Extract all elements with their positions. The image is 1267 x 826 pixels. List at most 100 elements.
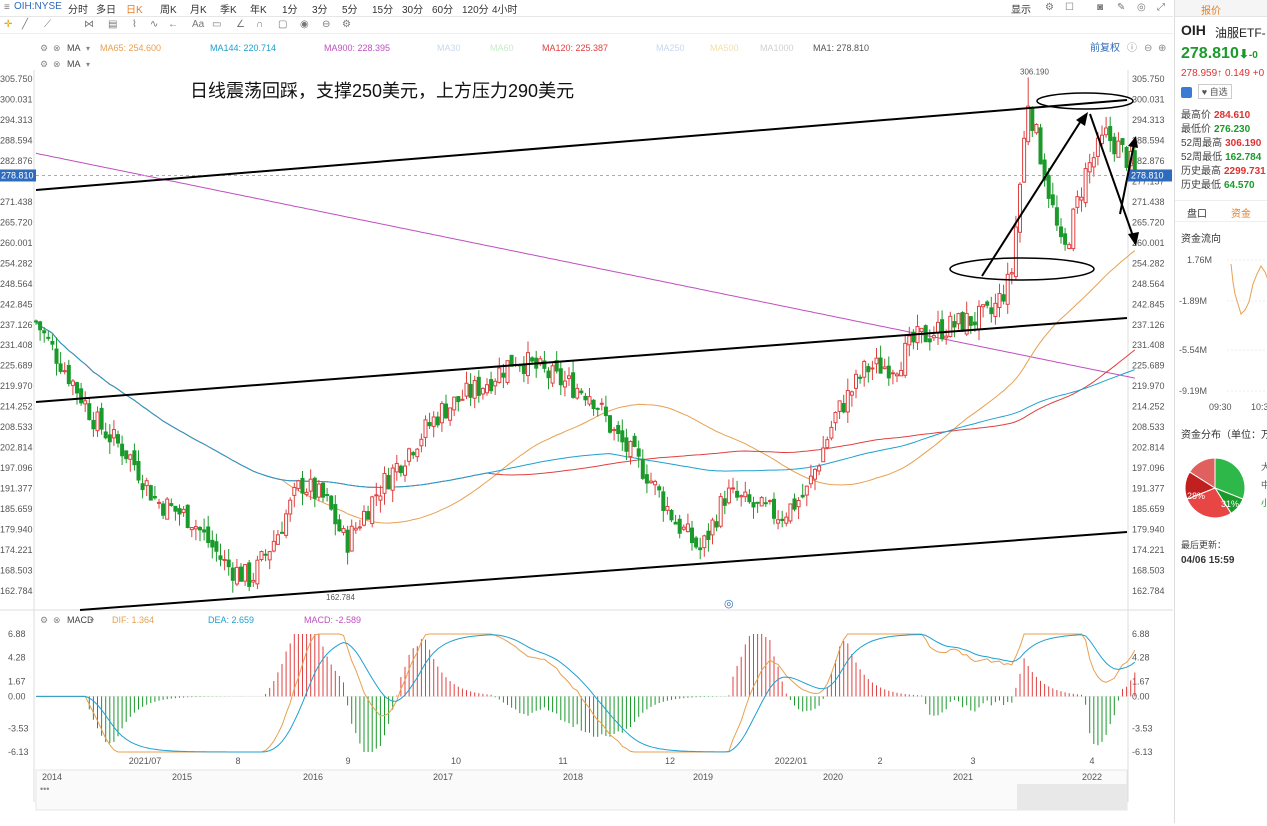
candle-body bbox=[558, 368, 563, 386]
line-tool-icon[interactable]: ╱ bbox=[22, 19, 28, 30]
pencil-icon[interactable]: ✎ bbox=[1117, 2, 1125, 13]
candle-body bbox=[132, 450, 137, 466]
x-tick-bottom: 2016 bbox=[303, 772, 323, 782]
price-tick-left: 265.720 bbox=[0, 217, 33, 227]
note-tool-icon[interactable]: ▭ bbox=[212, 19, 221, 30]
flow-time: 09:30 bbox=[1209, 402, 1232, 412]
price-tick-left: 214.252 bbox=[0, 402, 33, 412]
period-tab-1[interactable]: 多日 bbox=[96, 1, 116, 16]
candle-body bbox=[493, 380, 498, 387]
candle-body bbox=[632, 435, 637, 447]
display-menu[interactable]: 显示 bbox=[1011, 1, 1031, 16]
panel-tabs2: 盘口 资金 bbox=[1175, 200, 1267, 222]
adjust-button: 前复权 bbox=[1090, 41, 1120, 54]
panel-subprice-row: 278.959↑ 0.149 +0 bbox=[1181, 68, 1264, 79]
arrow-tool-icon[interactable]: ← bbox=[168, 19, 178, 30]
candle-body bbox=[148, 485, 153, 501]
candle-body bbox=[99, 407, 104, 430]
wave-tool-icon[interactable]: ∿ bbox=[150, 19, 158, 30]
zoom-in-icon: ⊕ bbox=[1158, 43, 1166, 54]
tab-quote[interactable]: 报价 bbox=[1201, 2, 1221, 17]
add-watchlist-button[interactable]: ♥ 自选 bbox=[1197, 84, 1232, 99]
candle-body bbox=[243, 564, 248, 582]
stat-value: 64.570 bbox=[1224, 180, 1255, 191]
macd-dea: DEA: 2.659 bbox=[208, 615, 254, 625]
candle-body bbox=[800, 494, 805, 498]
price-tick-left: 185.659 bbox=[0, 504, 33, 514]
period-tab-2[interactable]: 日K bbox=[126, 1, 143, 16]
candle-body bbox=[70, 380, 75, 386]
target-icon[interactable]: ◎ bbox=[1137, 2, 1146, 13]
period-tab-10[interactable]: 15分 bbox=[372, 1, 393, 16]
candle-body bbox=[895, 373, 899, 377]
macd-tick-left: -6.13 bbox=[8, 747, 29, 757]
candle-body bbox=[505, 360, 510, 383]
layers-icon[interactable]: ⚙ bbox=[342, 19, 351, 30]
checkbox-icon[interactable]: ☐ bbox=[1065, 2, 1074, 13]
tab-fund[interactable]: 资金 bbox=[1231, 205, 1251, 220]
candle-body bbox=[1104, 127, 1109, 136]
candle-body bbox=[735, 490, 740, 498]
eraser-icon[interactable]: ∠ bbox=[236, 19, 245, 30]
candle-body bbox=[821, 447, 826, 463]
menu-icon[interactable]: ≡ bbox=[4, 2, 10, 13]
candle-body bbox=[698, 547, 703, 551]
candle-body bbox=[382, 472, 387, 494]
price-tick-left: 225.689 bbox=[0, 361, 33, 371]
candle-body bbox=[259, 551, 264, 560]
lock-icon[interactable]: ▢ bbox=[278, 19, 287, 30]
candle-body bbox=[79, 388, 84, 404]
candle-body bbox=[423, 419, 428, 438]
share-icon[interactable] bbox=[1181, 86, 1192, 98]
stat-row: 历史最高 2299.731 bbox=[1181, 162, 1266, 177]
candle-body bbox=[1059, 226, 1063, 238]
tab-orderbook[interactable]: 盘口 bbox=[1187, 205, 1207, 220]
camera-icon[interactable]: ◙ bbox=[1097, 2, 1103, 13]
text-tool-icon[interactable]: Aa bbox=[192, 19, 204, 30]
pattern-tool-icon[interactable]: ⌇ bbox=[132, 19, 137, 30]
kline-chart-svg[interactable]: ⚙ ⊗ MA ▾ MA65: 254.600 MA144: 220.714 MA900: 2… bbox=[0, 34, 1173, 823]
candle-body bbox=[349, 525, 354, 552]
channel-tool-icon[interactable]: ▤ bbox=[108, 19, 117, 30]
candle-body bbox=[95, 411, 100, 432]
candle-body bbox=[103, 431, 108, 439]
price-tick-left: 174.221 bbox=[0, 545, 33, 555]
period-tab-9[interactable]: 5分 bbox=[342, 1, 358, 16]
period-tab-0[interactable]: 分时 bbox=[68, 1, 88, 16]
crosshair-icon[interactable]: ✛ bbox=[4, 19, 12, 30]
fib-tool-icon[interactable]: ⋈ bbox=[84, 19, 94, 30]
candle-body bbox=[948, 315, 953, 338]
candle-body bbox=[407, 448, 412, 462]
period-tab-4[interactable]: 月K bbox=[190, 1, 207, 16]
settings-icon[interactable]: ⚙ bbox=[1045, 2, 1054, 13]
macd-tick-right: 4.28 bbox=[1132, 653, 1150, 663]
candle-body bbox=[722, 498, 727, 506]
period-tab-5[interactable]: 季K bbox=[220, 1, 237, 16]
x-tick-top: 10 bbox=[451, 756, 461, 766]
period-tab-7[interactable]: 1分 bbox=[282, 1, 298, 16]
ray-tool-icon[interactable]: ⟋ bbox=[44, 19, 51, 30]
period-tab-8[interactable]: 3分 bbox=[312, 1, 328, 16]
candle-body bbox=[907, 335, 912, 346]
period-tab-3[interactable]: 周K bbox=[160, 1, 177, 16]
period-tab-13[interactable]: 120分 bbox=[462, 1, 489, 16]
candle-body bbox=[1026, 105, 1031, 143]
candle-body bbox=[140, 483, 145, 491]
period-tab-14[interactable]: 4小时 bbox=[492, 1, 518, 16]
magnet-icon[interactable]: ∩ bbox=[256, 19, 263, 30]
period-tab-6[interactable]: 年K bbox=[250, 1, 267, 16]
pie-side-label: 大 bbox=[1261, 461, 1267, 472]
expand-icon[interactable]: ⤢ bbox=[1157, 2, 1165, 13]
symbol-label[interactable]: OIH:NYSE bbox=[14, 1, 62, 12]
delete-icon[interactable]: ⊖ bbox=[322, 19, 330, 30]
stat-row: 最低价 276.230 bbox=[1181, 120, 1250, 135]
price-tick-right: 174.221 bbox=[1132, 545, 1165, 555]
x-tick-top: 2021/07 bbox=[129, 756, 162, 766]
period-tab-11[interactable]: 30分 bbox=[402, 1, 423, 16]
panel-name: 油服ETF- bbox=[1215, 26, 1266, 40]
period-tab-12[interactable]: 60分 bbox=[432, 1, 453, 16]
candle-body bbox=[251, 579, 256, 583]
eye-icon[interactable]: ◉ bbox=[300, 19, 309, 30]
candle-body bbox=[1091, 157, 1096, 168]
chart-area[interactable]: ⚙ ⊗ MA ▾ MA65: 254.600 MA144: 220.714 MA900: 2… bbox=[0, 34, 1173, 823]
